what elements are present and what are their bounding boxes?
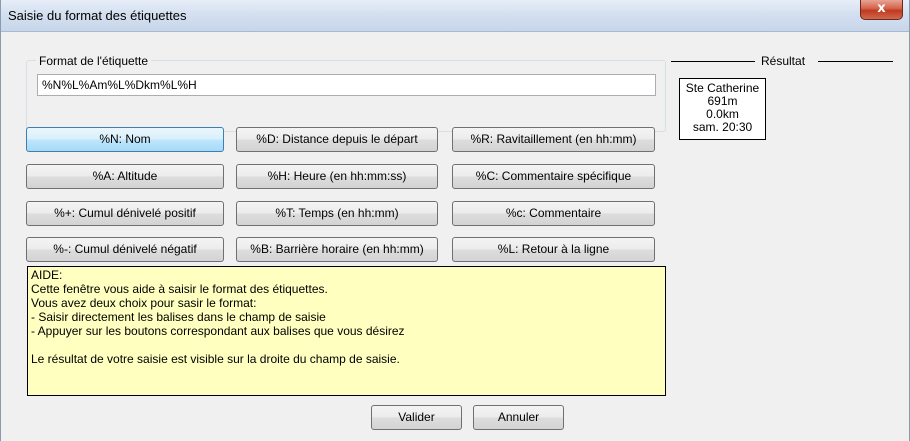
format-group-label: Format de l'étiquette <box>36 54 152 68</box>
help-panel: AIDE: Cette fenêtre vous aide à saisir l… <box>27 266 666 396</box>
help-line: AIDE: <box>31 268 63 282</box>
tag-temps-button[interactable]: %T: Temps (en hh:mm) <box>236 201 438 226</box>
format-input[interactable] <box>37 74 656 96</box>
help-line: - Saisir directement les balises dans le… <box>31 310 326 324</box>
valider-button[interactable]: Valider <box>371 405 462 430</box>
tag-barriere-button[interactable]: %B: Barrière horaire (en hh:mm) <box>236 237 438 262</box>
dialog-window: Saisie du format des étiquettes x Format… <box>0 0 910 441</box>
help-line: Cette fenêtre vous aide à saisir le form… <box>31 282 328 296</box>
tag-nom-button[interactable]: %N: Nom <box>26 127 224 152</box>
tag-commentaire-specifique-button[interactable]: %C: Commentaire spécifique <box>452 164 655 189</box>
window-title: Saisie du format des étiquettes <box>8 8 187 23</box>
result-preview: Ste Catherine 691m 0.0km sam. 20:30 <box>679 78 766 140</box>
close-icon: x <box>877 1 886 16</box>
tag-heure-button[interactable]: %H: Heure (en hh:mm:ss) <box>236 164 438 189</box>
close-button[interactable]: x <box>860 0 903 20</box>
tag-ravitaillement-button[interactable]: %R: Ravitaillement (en hh:mm) <box>452 127 655 152</box>
help-line <box>31 338 662 352</box>
dialog-client-area: Format de l'étiquette Résultat Ste Cathe… <box>9 32 901 441</box>
result-line: sam. 20:30 <box>692 120 753 134</box>
result-label: Résultat <box>761 54 806 68</box>
tag-retour-ligne-button[interactable]: %L: Retour à la ligne <box>452 237 655 262</box>
annuler-button[interactable]: Annuler <box>473 405 564 430</box>
tag-distance-button[interactable]: %D: Distance depuis le départ <box>236 127 438 152</box>
result-legend: Résultat <box>671 54 896 70</box>
tag-commentaire-button[interactable]: %c: Commentaire <box>452 201 655 226</box>
tag-cumul-negatif-button[interactable]: %-: Cumul dénivelé négatif <box>26 237 224 262</box>
tag-cumul-positif-button[interactable]: %+: Cumul dénivelé positif <box>26 201 224 226</box>
tag-altitude-button[interactable]: %A: Altitude <box>26 164 224 189</box>
help-line: Le résultat de votre saisie est visible … <box>31 352 400 366</box>
result-divider-right <box>818 61 893 62</box>
format-group-box <box>26 60 666 132</box>
help-line: Vous avez deux choix pour sasir le forma… <box>31 296 257 310</box>
help-line: - Appuyer sur les boutons correspondant … <box>31 324 405 338</box>
title-bar[interactable]: Saisie du format des étiquettes x <box>1 0 909 32</box>
result-divider-left <box>671 61 755 62</box>
